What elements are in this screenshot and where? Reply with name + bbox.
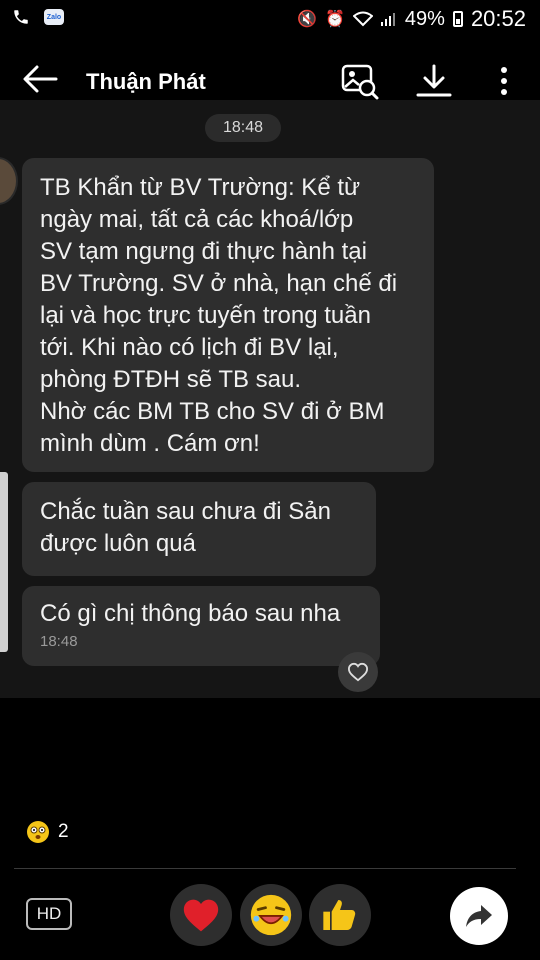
zalo-app-icon: Zalo (44, 9, 64, 25)
message-line: được luôn quá (40, 530, 196, 557)
message-line: tới. Khi nào có lịch đi BV lại, (40, 334, 339, 361)
message-line: ngày mai, tất cả các khoá/lớp (40, 206, 354, 233)
hd-button[interactable]: HD (26, 898, 72, 930)
like-button[interactable] (309, 884, 371, 946)
contact-name[interactable]: Thuận Phát (86, 69, 206, 95)
share-arrow-icon (466, 905, 492, 927)
reaction-count: 2 (58, 821, 69, 842)
mute-icon: 🔇 (297, 11, 317, 28)
message-line: BV Trường. SV ở nhà, hạn chế đi (40, 270, 398, 297)
battery-icon (452, 11, 463, 27)
message-line: lại và học trực tuyến trong tuần (40, 302, 371, 329)
dizzy-face-icon (27, 821, 49, 843)
heart-icon (183, 899, 219, 932)
divider (14, 868, 516, 869)
thumbs-up-icon (323, 900, 356, 930)
message-line: phòng ĐTĐH sẽ TB sau. (40, 366, 302, 393)
laugh-button[interactable] (240, 884, 302, 946)
message-line: TB Khẩn từ BV Trường: Kể từ (40, 174, 361, 201)
signal-icon (380, 13, 395, 26)
alarm-icon: ⏰ (324, 11, 345, 28)
message-line: Chắc tuần sau chưa đi Sản (40, 498, 331, 525)
message-line: mình dùm . Cám ơn! (40, 430, 260, 457)
avatar[interactable] (0, 157, 18, 205)
message-bubble[interactable]: Có gì chị thông báo sau nha 18:48 (22, 586, 380, 666)
message-line: Có gì chị thông báo sau nha (40, 600, 341, 627)
laughing-face-icon (250, 894, 292, 936)
heart-button[interactable] (170, 884, 232, 946)
phone-call-icon (14, 10, 28, 24)
reaction-summary[interactable]: 2 (26, 820, 69, 844)
message-bubble[interactable]: Chắc tuần sau chưa đi Sản được luôn quá (22, 482, 376, 576)
search-media-icon[interactable] (340, 62, 380, 100)
message-line: Nhờ các BM TB cho SV đi ở BM (40, 398, 385, 425)
share-button[interactable] (450, 887, 508, 945)
wifi-icon (352, 11, 373, 27)
chat-view[interactable]: 18:48 TB Khẩn từ BV Trường: Kể từ ngày m… (0, 100, 540, 698)
message-line: SV tạm ngưng đi thực hành tại (40, 238, 367, 265)
download-icon[interactable] (414, 62, 454, 100)
battery-percent: 49% (404, 7, 445, 30)
time-separator: 18:48 (205, 114, 281, 142)
message-time: 18:48 (40, 633, 78, 650)
heart-react-icon[interactable] (338, 652, 378, 692)
more-vertical-icon[interactable] (484, 62, 524, 100)
back-arrow-icon[interactable] (22, 64, 58, 94)
message-bubble[interactable]: TB Khẩn từ BV Trường: Kể từ ngày mai, tấ… (22, 158, 434, 472)
clock: 20:52 (470, 6, 526, 31)
status-bar: Zalo 🔇 ⏰ 49% 20:52 (0, 0, 540, 38)
scrollbar[interactable] (0, 472, 8, 652)
